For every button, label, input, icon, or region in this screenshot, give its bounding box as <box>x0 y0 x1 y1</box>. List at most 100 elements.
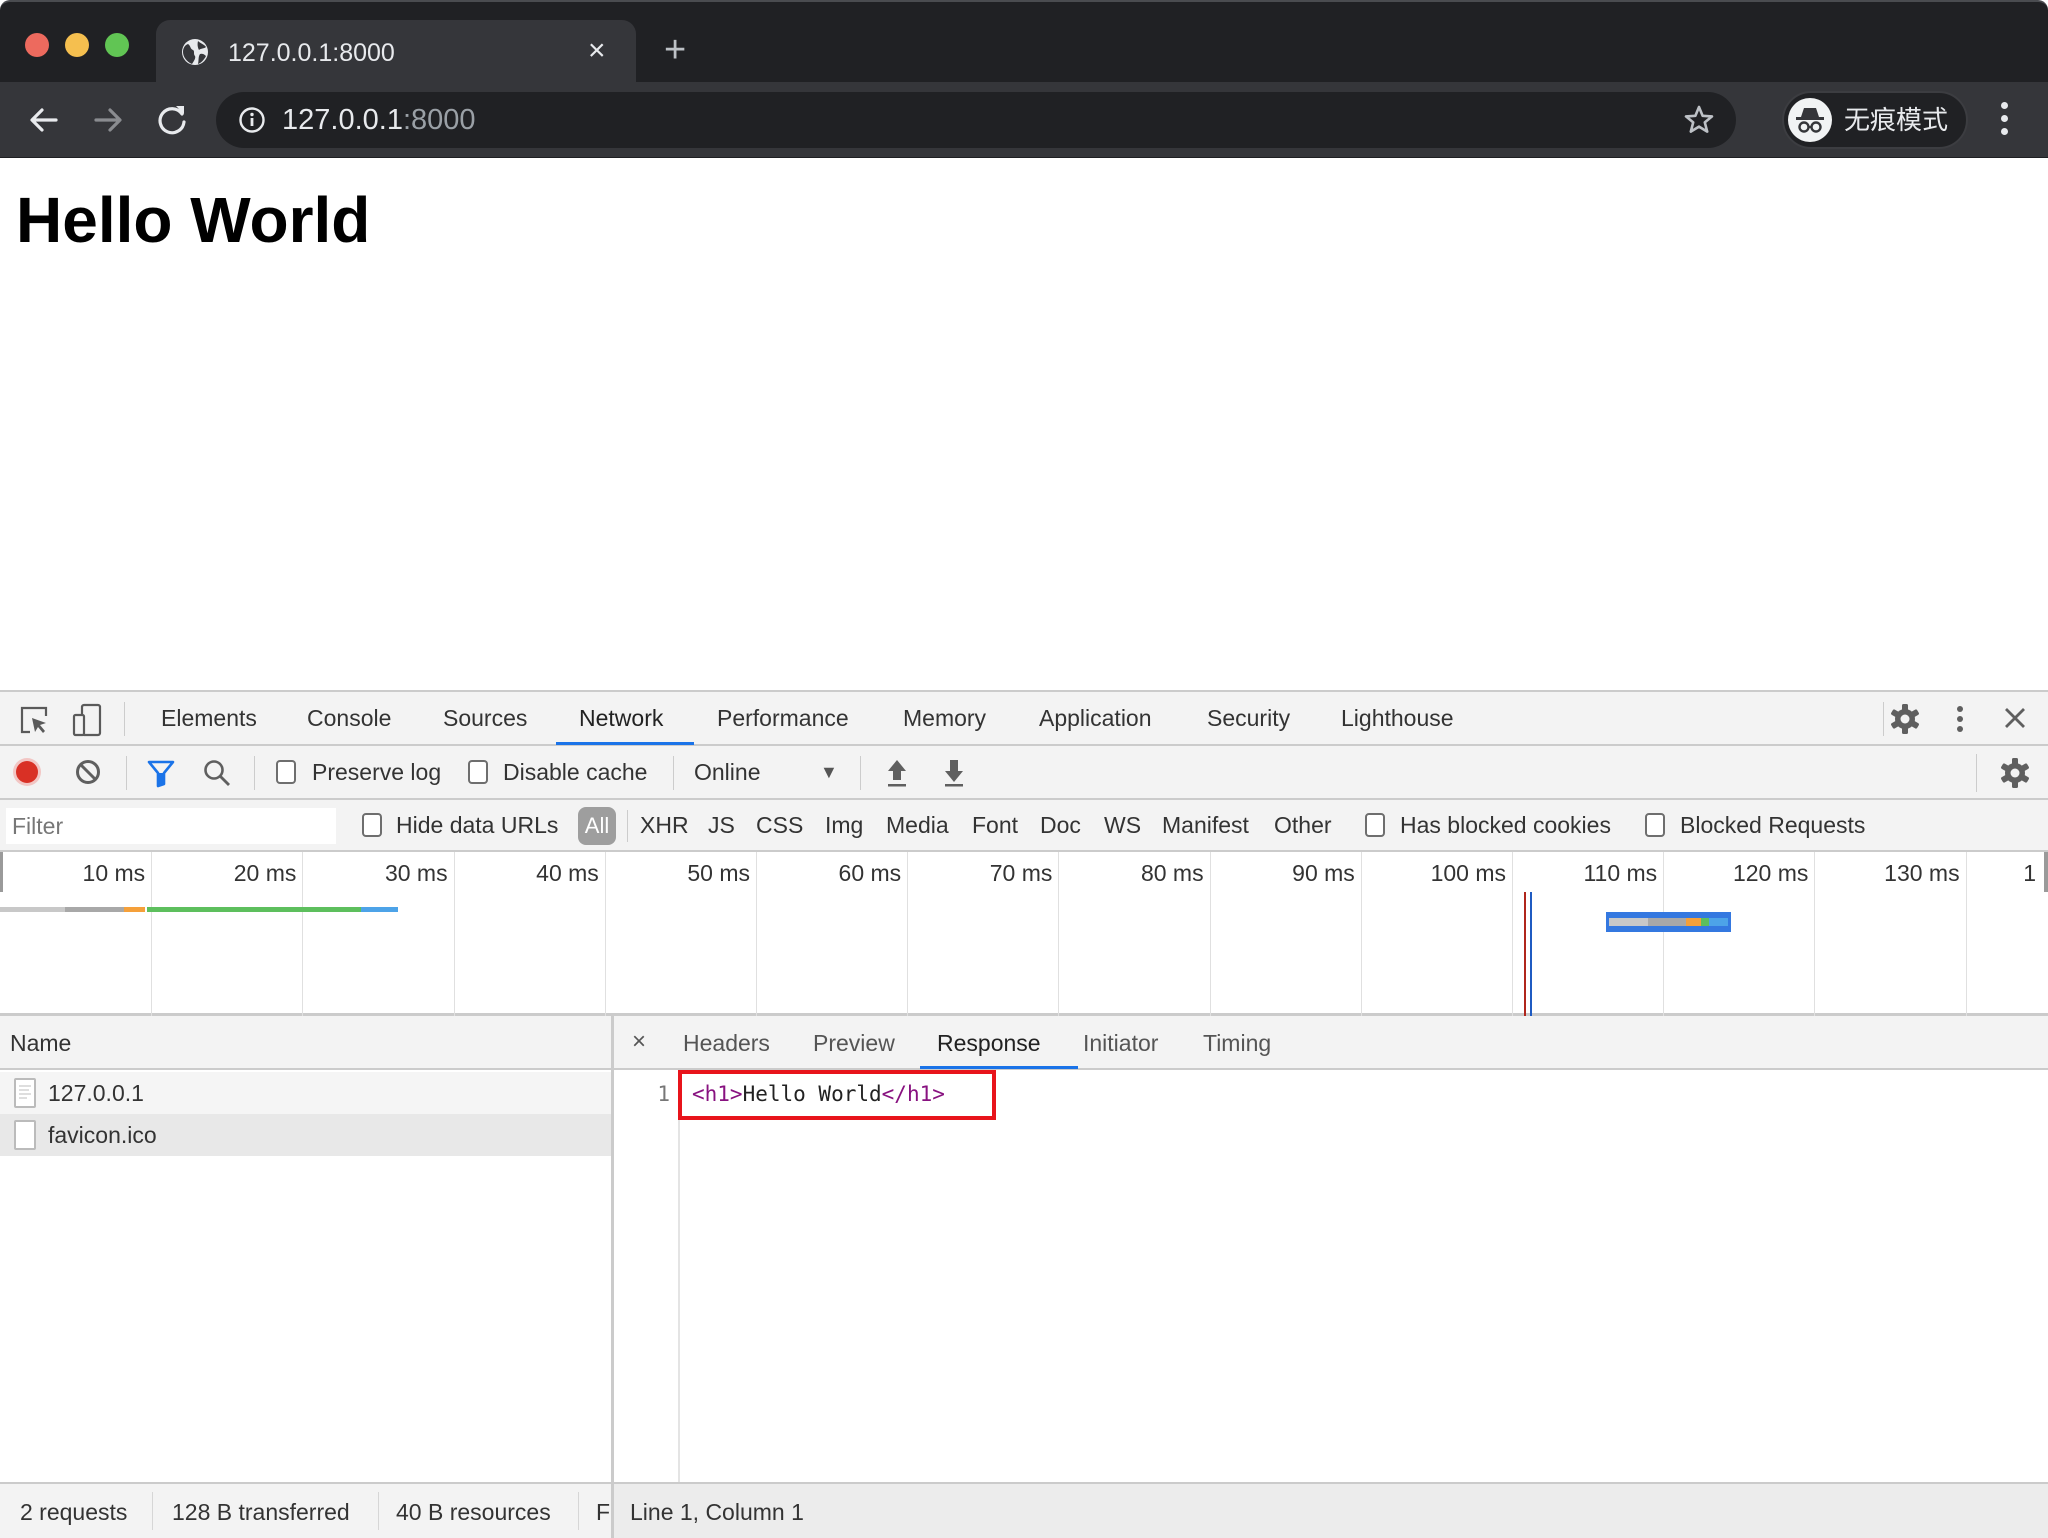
incognito-icon <box>1788 98 1832 142</box>
disable-cache-label[interactable]: Disable cache <box>503 758 647 786</box>
type-filter-other[interactable]: Other <box>1274 811 1332 839</box>
tab-console[interactable]: Console <box>307 704 391 732</box>
more-options-icon[interactable] <box>1950 702 1970 736</box>
timeline-gridline <box>1209 852 1211 1016</box>
browser-menu-icon[interactable] <box>1994 102 2014 140</box>
forward-arrow-icon[interactable] <box>88 100 128 140</box>
active-detail-tab-indicator <box>920 1066 1078 1069</box>
device-toolbar-icon[interactable] <box>70 702 104 738</box>
network-settings-gear-icon[interactable] <box>1998 756 2032 790</box>
request-name: 127.0.0.1 <box>48 1080 144 1106</box>
record-icon[interactable] <box>12 757 42 787</box>
filter-input[interactable] <box>6 808 336 844</box>
finish-time-truncated: F <box>596 1499 611 1525</box>
tab-sources[interactable]: Sources <box>443 704 527 732</box>
timing-bar-waiting <box>146 907 362 912</box>
hide-data-urls-checkbox[interactable] <box>362 813 382 837</box>
new-tab-button[interactable]: + <box>664 30 686 70</box>
info-icon[interactable] <box>238 106 266 134</box>
has-blocked-cookies-checkbox[interactable] <box>1365 813 1385 837</box>
type-filter-img[interactable]: Img <box>825 811 863 839</box>
close-devtools-icon[interactable] <box>2003 706 2027 730</box>
filter-funnel-icon[interactable] <box>146 758 176 788</box>
tab-timing[interactable]: Timing <box>1203 1029 1271 1057</box>
name-column-header[interactable]: Name <box>0 1016 611 1070</box>
window-minimize-button[interactable] <box>65 33 89 57</box>
globe-icon <box>182 39 208 65</box>
disable-cache-checkbox[interactable] <box>468 760 488 784</box>
inspect-element-icon[interactable] <box>18 704 50 736</box>
request-row-selected[interactable]: favicon.ico <box>0 1114 611 1156</box>
load-event-marker <box>1524 892 1527 1016</box>
window-close-button[interactable] <box>25 33 49 57</box>
tab-response[interactable]: Response <box>937 1029 1041 1057</box>
timeline-tick-label: 40 ms <box>536 860 599 886</box>
clear-icon[interactable] <box>74 758 102 786</box>
timeline-gridline <box>1663 852 1665 1016</box>
timeline-gridline <box>1058 852 1060 1016</box>
tab-memory[interactable]: Memory <box>903 704 986 732</box>
export-har-icon[interactable] <box>941 756 967 790</box>
url-host: 127.0.0.1 <box>282 104 403 136</box>
editor-status-bar: Line 1, Column 1 <box>614 1482 2048 1538</box>
type-filter-css[interactable]: CSS <box>756 811 803 839</box>
settings-gear-icon[interactable] <box>1888 702 1922 736</box>
overview-left-handle[interactable] <box>0 852 3 892</box>
timing-bar-connect <box>123 907 146 912</box>
preserve-log-checkbox[interactable] <box>276 760 296 784</box>
separator <box>378 1492 379 1530</box>
tab-application[interactable]: Application <box>1039 704 1152 732</box>
type-filter-js[interactable]: JS <box>708 811 735 839</box>
tab-initiator[interactable]: Initiator <box>1083 1029 1158 1057</box>
timeline-tick-label: 1 <box>2023 860 2036 886</box>
tab-lighthouse[interactable]: Lighthouse <box>1341 704 1454 732</box>
tab-elements[interactable]: Elements <box>161 704 257 732</box>
reload-icon[interactable] <box>152 100 192 140</box>
transferred-size: 128 B transferred <box>172 1499 350 1525</box>
blocked-requests-label[interactable]: Blocked Requests <box>1680 811 1865 839</box>
timeline-gridline <box>453 852 455 1016</box>
details-tab-bar: × Headers Preview Response Initiator Tim… <box>614 1016 2048 1070</box>
type-filter-ws[interactable]: WS <box>1104 811 1141 839</box>
close-details-button[interactable]: × <box>632 1028 646 1056</box>
tab-headers[interactable]: Headers <box>683 1029 770 1057</box>
active-tab-indicator <box>556 742 694 745</box>
address-url[interactable]: 127.0.0.1:8000 <box>282 102 476 138</box>
type-filter-all[interactable]: All <box>578 807 616 845</box>
preserve-log-label[interactable]: Preserve log <box>312 758 441 786</box>
type-filter-doc[interactable]: Doc <box>1040 811 1081 839</box>
tab-close-button[interactable]: × <box>588 34 606 68</box>
type-filter-media[interactable]: Media <box>886 811 949 839</box>
search-icon[interactable] <box>202 758 232 788</box>
throttling-select[interactable]: Online ▼ <box>690 752 846 794</box>
tab-network[interactable]: Network <box>579 704 663 732</box>
type-filter-font[interactable]: Font <box>972 811 1018 839</box>
tab-preview[interactable]: Preview <box>813 1029 895 1057</box>
bookmark-star-icon[interactable] <box>1682 103 1716 137</box>
tab-performance[interactable]: Performance <box>717 704 849 732</box>
separator <box>254 756 255 790</box>
timing-bar-stalled <box>65 907 124 912</box>
window-maximize-button[interactable] <box>105 33 129 57</box>
hide-data-urls-label[interactable]: Hide data URLs <box>396 811 558 839</box>
timeline-tick-label: 30 ms <box>384 860 448 886</box>
blocked-requests-checkbox[interactable] <box>1645 813 1665 837</box>
type-filter-xhr[interactable]: XHR <box>640 811 689 839</box>
type-filter-manifest[interactable]: Manifest <box>1162 811 1249 839</box>
address-bar[interactable]: 127.0.0.1:8000 <box>216 92 1736 148</box>
incognito-profile-button[interactable]: 无痕模式 <box>1782 91 1968 149</box>
overview-right-handle[interactable] <box>2044 852 2048 892</box>
import-har-icon[interactable] <box>884 756 910 790</box>
browser-tab[interactable]: 127.0.0.1:8000 × <box>156 20 636 86</box>
separator <box>627 810 628 842</box>
timeline-gridline <box>1512 852 1513 1016</box>
browser-toolbar: 127.0.0.1:8000 无痕模式 <box>0 82 2048 158</box>
network-overview-timeline[interactable]: 10 ms 20 ms 30 ms 40 ms 50 ms 60 ms 70 ms 80 ms… <box>0 852 2048 1016</box>
separator <box>152 1492 153 1530</box>
request-row[interactable]: 127.0.0.1 <box>0 1072 611 1114</box>
back-arrow-icon[interactable] <box>24 100 64 140</box>
timeline-tick-label: 60 ms <box>838 860 902 886</box>
tab-security[interactable]: Security <box>1207 704 1290 732</box>
separator <box>1976 754 1977 792</box>
has-blocked-cookies-label[interactable]: Has blocked cookies <box>1400 811 1611 839</box>
